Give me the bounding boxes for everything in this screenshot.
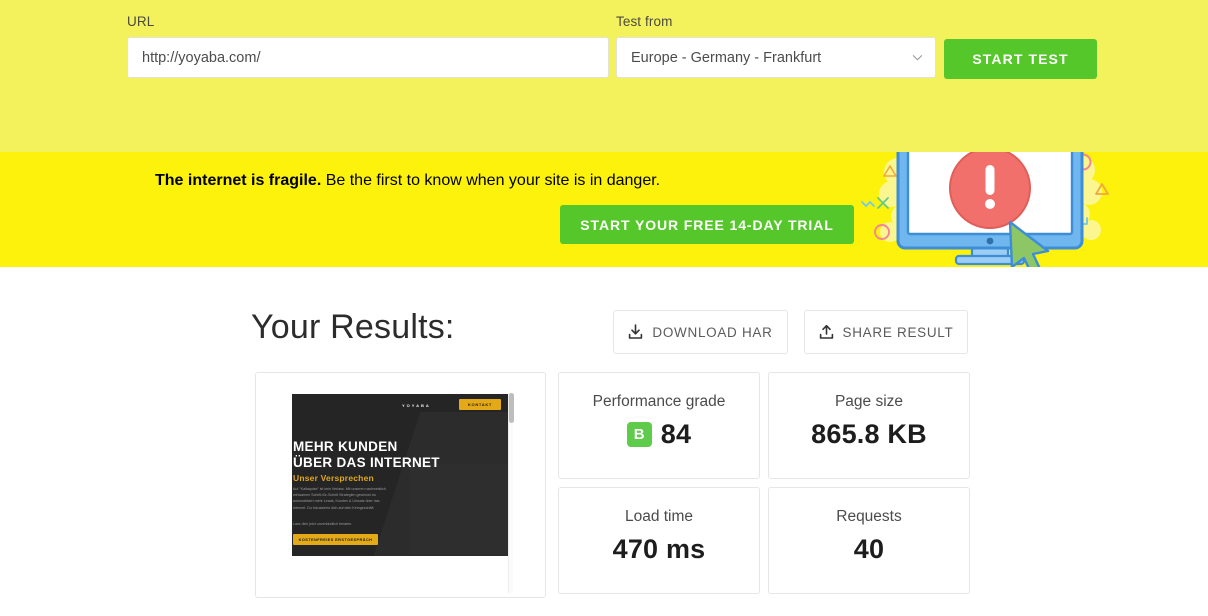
stat-card-requests: Requests 40: [768, 487, 970, 594]
stat-value: B 84: [626, 417, 692, 451]
page-title: Your Results:: [251, 308, 455, 346]
banner-headline: The internet is fragile. Be the first to…: [155, 172, 660, 190]
url-label: URL: [127, 14, 155, 29]
download-har-button[interactable]: DOWNLOAD HAR: [613, 310, 788, 354]
site-screenshot-image: YOYABA KONTAKT MEHR KUNDEN ÜBER DAS INTE…: [292, 394, 510, 556]
banner-headline-rest: Be the first to know when your site is i…: [321, 172, 661, 189]
site-heading-line1: MEHR KUNDEN: [293, 439, 398, 454]
test-from-select-wrap[interactable]: [616, 37, 936, 78]
site-body-text: Auf "Kaltaquise" ist kein Verlass. Mit u…: [293, 487, 386, 510]
zigzag-shape: [861, 200, 875, 208]
test-search-bar: URL Test from START TEST: [0, 0, 1208, 152]
grade-score: 84: [660, 419, 692, 449]
download-har-label: DOWNLOAD HAR: [652, 324, 773, 340]
stat-value: 865.8 KB: [811, 419, 927, 449]
stat-label: Requests: [836, 508, 902, 525]
grade-badge: B: [626, 421, 652, 447]
site-heading: MEHR KUNDEN ÜBER DAS INTERNET: [293, 439, 440, 471]
results-header: Your Results: DOWNLOAD HAR SHARE RESULT: [251, 308, 968, 356]
stat-card-page-size: Page size 865.8 KB: [768, 372, 970, 479]
download-icon: [629, 324, 643, 339]
stat-label: Load time: [624, 508, 694, 525]
test-from-field-group: Test from: [616, 14, 936, 78]
site-logo: YOYABA: [402, 403, 431, 408]
site-nav-button: KONTAKT: [459, 399, 501, 410]
start-free-trial-button[interactable]: START YOUR FREE 14-DAY TRIAL: [560, 205, 854, 244]
site-cta-button: KOSTENFREIES ERSTGESPRÄCH: [293, 534, 378, 545]
banner-headline-bold: The internet is fragile.: [155, 172, 322, 189]
site-body-text-2: Lass dich jetzt unverbindlich beraten.: [293, 522, 353, 526]
stat-label: Page size: [834, 393, 904, 410]
stat-value: 470 ms: [612, 534, 706, 564]
test-from-label: Test from: [616, 14, 673, 29]
test-from-select[interactable]: [616, 37, 936, 78]
monitor-alert-illustration: [861, 152, 1109, 267]
share-result-button[interactable]: SHARE RESULT: [804, 310, 968, 354]
thumbnail-scrollbar-thumb[interactable]: [509, 393, 514, 423]
stat-card-load-time: Load time 470 ms: [558, 487, 760, 594]
stat-label: Performance grade: [592, 393, 726, 410]
site-subheading: Unser Versprechen: [293, 473, 374, 483]
url-input[interactable]: [127, 37, 609, 78]
promo-banner: The internet is fragile. Be the first to…: [0, 152, 1208, 267]
upload-icon: [819, 324, 833, 339]
share-result-label: SHARE RESULT: [842, 324, 954, 340]
decorative-panel: [410, 464, 510, 554]
stat-value: 40: [853, 534, 885, 564]
site-heading-line2: ÜBER DAS INTERNET: [293, 455, 440, 470]
site-screenshot-card[interactable]: YOYABA KONTAKT MEHR KUNDEN ÜBER DAS INTE…: [255, 372, 546, 598]
start-test-button[interactable]: START TEST: [944, 39, 1097, 79]
thumbnail-scrollbar[interactable]: [508, 393, 514, 593]
stat-card-performance-grade: Performance grade B 84: [558, 372, 760, 479]
url-field-group: URL: [127, 14, 609, 78]
